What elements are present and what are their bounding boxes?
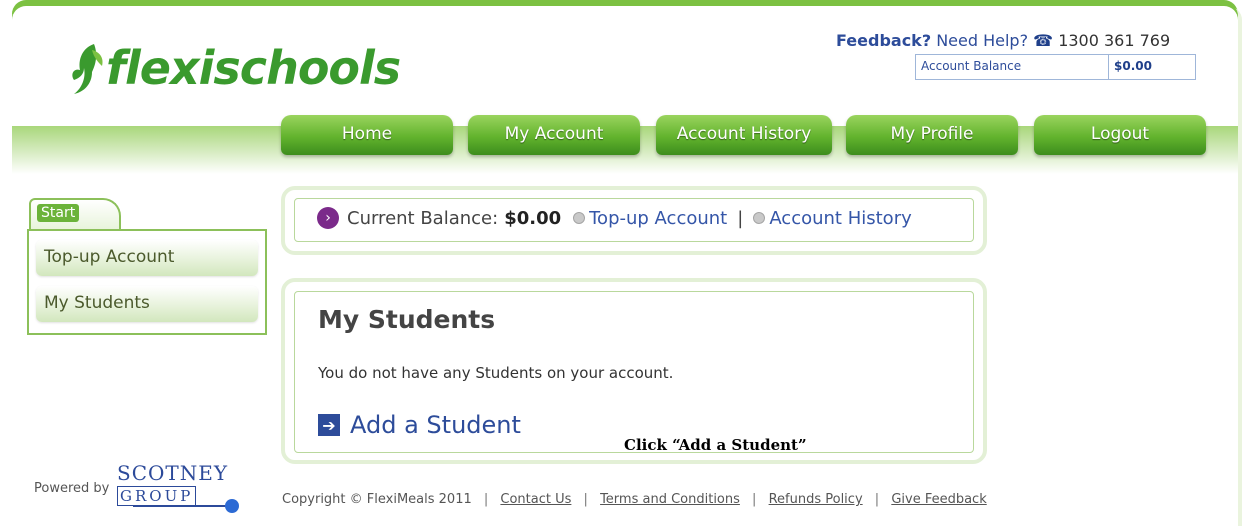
bullet-icon	[753, 212, 766, 224]
sidebar-item-topup-account[interactable]: Top-up Account	[36, 240, 258, 276]
need-help-label: Need Help?	[936, 31, 1029, 50]
topup-account-link[interactable]: Top-up Account	[589, 208, 727, 229]
sidebar-menu: Top-up Account My Students	[27, 229, 267, 335]
tab-label: My Profile	[890, 124, 974, 144]
feedback-link[interactable]: Feedback?	[836, 31, 931, 50]
tab-my-profile[interactable]: My Profile	[846, 115, 1018, 155]
tab-home[interactable]: Home	[281, 115, 453, 155]
sidebar-start-label: Start	[37, 204, 80, 222]
logo-dot	[225, 499, 239, 513]
telephone-icon: ☎	[1033, 31, 1054, 50]
bullet-icon	[573, 212, 586, 224]
sidebar-item-label: My Students	[44, 293, 150, 313]
tab-account-history[interactable]: Account History	[656, 115, 832, 155]
tab-label: My Account	[504, 124, 604, 144]
account-history-link[interactable]: Account History	[769, 208, 911, 229]
no-students-message: You do not have any Students on your acc…	[318, 364, 674, 382]
account-balance-box: Account Balance $0.00	[915, 54, 1196, 80]
add-student-label: Add a Student	[350, 411, 521, 439]
tab-label: Account History	[676, 124, 812, 144]
logo-wordmark: flexischools	[106, 41, 401, 95]
flexischools-logo[interactable]: flexischools	[64, 38, 401, 98]
contact-us-link[interactable]: Contact Us	[500, 492, 571, 507]
footer-separator: |	[752, 492, 757, 507]
tab-label: Logout	[1090, 124, 1150, 144]
current-balance-value: $0.00	[504, 207, 562, 229]
tab-logout[interactable]: Logout	[1034, 115, 1206, 155]
arrow-right-circle-icon: ›	[317, 207, 339, 229]
scotney-group-logo[interactable]: SCOTNEY GROUP	[117, 461, 249, 517]
sidebar-start-tab: Start	[29, 198, 121, 232]
scotney-logo-bottom: GROUP	[117, 486, 197, 506]
link-separator: |	[737, 207, 744, 229]
scotney-logo-top: SCOTNEY	[117, 461, 229, 485]
sidebar-item-label: Top-up Account	[44, 247, 175, 267]
footer-separator: |	[483, 492, 489, 507]
logo-line	[133, 505, 233, 507]
powered-by-label: Powered by	[34, 481, 110, 496]
copyright-text: Copyright © FlexiMeals 2011	[282, 492, 472, 507]
current-balance-line: › Current Balance: $0.00 Top-up Account …	[317, 207, 912, 229]
give-feedback-link[interactable]: Give Feedback	[891, 492, 986, 507]
footer-separator: |	[874, 492, 880, 507]
page-title: My Students	[318, 305, 496, 334]
tab-my-account[interactable]: My Account	[468, 115, 640, 155]
refunds-policy-link[interactable]: Refunds Policy	[769, 492, 863, 507]
terms-link[interactable]: Terms and Conditions	[600, 492, 740, 507]
account-balance-label: Account Balance	[916, 55, 1109, 79]
current-balance-label: Current Balance:	[347, 207, 499, 229]
tab-label: Home	[341, 124, 393, 144]
sidebar-item-my-students[interactable]: My Students	[36, 286, 258, 322]
instruction-annotation: Click “Add a Student”	[624, 436, 807, 454]
leaf-logo-icon	[72, 44, 103, 94]
help-line: Feedback? Need Help? ☎ 1300 361 769	[836, 31, 1170, 50]
account-balance-value: $0.00	[1114, 59, 1152, 73]
add-student-button[interactable]: ➔ Add a Student	[318, 411, 521, 439]
arrow-right-icon: ➔	[318, 414, 340, 436]
footer: Copyright © FlexiMeals 2011 | Contact Us…	[282, 492, 987, 507]
help-phone-number: 1300 361 769	[1058, 31, 1171, 50]
footer-separator: |	[583, 492, 588, 507]
